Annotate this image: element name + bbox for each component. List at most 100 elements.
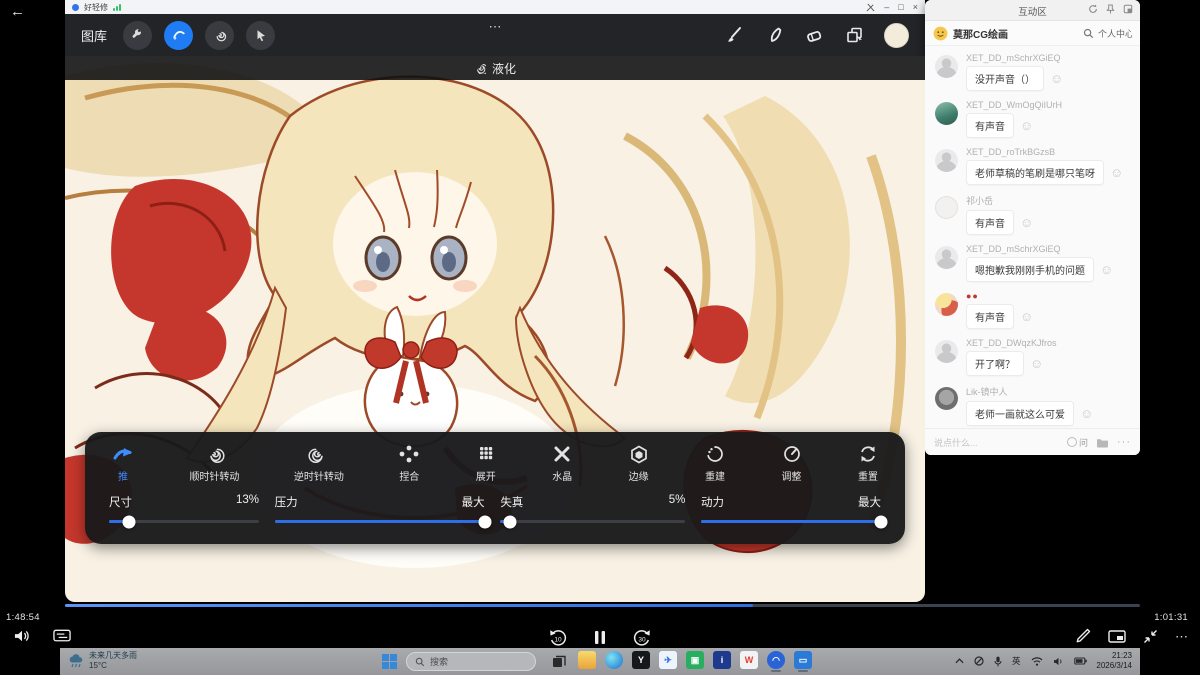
chat-input[interactable]: 说点什么...	[934, 436, 1059, 449]
forward-30-button[interactable]: 30	[632, 627, 652, 647]
window-titlebar: 好轻修 – □ ×	[65, 0, 925, 14]
layers-button[interactable]	[844, 25, 864, 45]
tray-volume-icon[interactable]	[1053, 657, 1064, 666]
liquify-swirl-icon	[474, 62, 486, 74]
slider-thumb[interactable]	[478, 515, 491, 528]
pen-mode-icon[interactable]	[866, 3, 875, 12]
chat-bubble: 有声音	[966, 210, 1014, 235]
gallery-button[interactable]: 图库	[81, 26, 107, 45]
search-icon	[415, 657, 425, 667]
wifi-icon[interactable]	[1031, 657, 1043, 666]
question-circle-icon	[1067, 437, 1077, 447]
hidden-icons-chevron[interactable]	[955, 658, 964, 664]
tool-reconstruct[interactable]: 重建	[704, 444, 726, 483]
taskbar-app-edge[interactable]	[605, 651, 623, 669]
rewind-label: 10	[554, 637, 562, 644]
personal-center-link[interactable]: 个人中心	[1098, 27, 1132, 40]
eraser-button[interactable]	[804, 25, 824, 45]
pin-icon[interactable]	[1106, 4, 1115, 14]
taskbar-search[interactable]: 搜索	[406, 652, 536, 671]
close-button[interactable]: ×	[913, 3, 918, 12]
refresh-icon[interactable]	[1088, 4, 1098, 14]
back-button[interactable]: ←	[10, 4, 25, 19]
taskbar-app-navy[interactable]: i	[713, 651, 731, 669]
taskbar-app-green[interactable]: ▣	[686, 651, 704, 669]
slider-distortion[interactable]: 失真 5%	[500, 494, 685, 530]
actions-wrench-button[interactable]	[123, 21, 152, 50]
app-dot-icon	[72, 4, 79, 11]
chat-message: 祁小岳 有声音☺	[935, 194, 1130, 235]
weather-widget[interactable]: 未来几天多雨 15°C	[68, 651, 137, 671]
slider-momentum[interactable]: 动力 最大	[701, 494, 881, 530]
slider-thumb[interactable]	[874, 515, 887, 528]
danmaku-icon	[53, 629, 71, 643]
minimize-button[interactable]: –	[884, 3, 889, 12]
chat-username: XET_DD_DWqzKJfros	[966, 338, 1057, 348]
tool-twirl-counterclockwise[interactable]: 逆时针转动	[294, 444, 344, 483]
color-button[interactable]	[884, 23, 909, 48]
slider-thumb[interactable]	[503, 515, 516, 528]
tool-expand[interactable]: 展开	[475, 444, 497, 483]
avatar	[935, 196, 958, 219]
tool-reset[interactable]: 重置	[857, 444, 879, 483]
liquify-icon	[171, 27, 187, 43]
taskbar-app-y[interactable]: Y	[632, 651, 650, 669]
avatar	[935, 55, 958, 78]
chat-window: 互动区 莫那CG绘画 个人中心 XET_DD_mSchrXGiEQ 没开声音（）…	[925, 0, 1140, 455]
folder-icon[interactable]	[1096, 437, 1109, 448]
twirl-ccw-icon	[308, 444, 330, 464]
tool-pinch[interactable]: 捏合	[398, 444, 420, 483]
adjustments-button[interactable]	[205, 21, 234, 50]
tool-push[interactable]: 推	[111, 444, 135, 483]
pip-button[interactable]	[1108, 630, 1126, 643]
channel-name: 莫那CG绘画	[953, 26, 1008, 41]
microphone-icon[interactable]	[994, 656, 1002, 667]
taskbar-clock[interactable]: 21:23 2026/3/14	[1076, 651, 1132, 672]
pause-icon	[594, 630, 606, 645]
chat-channel-row: 莫那CG绘画 个人中心	[925, 21, 1140, 46]
chat-more-button[interactable]: ···	[1117, 436, 1131, 448]
do-not-disturb-icon[interactable]	[974, 656, 984, 666]
selection-button[interactable]	[246, 21, 275, 50]
pause-button[interactable]	[594, 630, 606, 645]
tool-crystal[interactable]: 水晶	[551, 444, 573, 483]
chat-message: ●● 有声音☺	[935, 291, 1130, 329]
rewind-10-button[interactable]: 10	[548, 627, 568, 647]
danmaku-button[interactable]	[53, 629, 71, 643]
brush-button[interactable]	[724, 25, 744, 45]
player-more-button[interactable]: ⋯	[1175, 630, 1190, 643]
taskbar-app-wps[interactable]: W	[740, 651, 758, 669]
start-button[interactable]	[382, 654, 397, 669]
modify-dots-button[interactable]: ⋯	[489, 19, 502, 35]
search-icon[interactable]	[1083, 28, 1094, 39]
taskbar-app-qq[interactable]: ◠	[767, 651, 785, 669]
maximize-button[interactable]: □	[898, 3, 903, 12]
liquify-tools-row: 推 顺时针转动 逆时针转动 捏合 展开	[85, 432, 905, 483]
task-view-button[interactable]	[552, 655, 566, 668]
popout-icon[interactable]	[1123, 4, 1133, 14]
emoji-icon: ☺	[1020, 310, 1033, 323]
exit-fullscreen-button[interactable]	[1143, 629, 1158, 644]
tool-twirl-clockwise[interactable]: 顺时针转动	[189, 444, 239, 483]
slider-size[interactable]: 尺寸 13%	[109, 494, 259, 530]
avatar	[935, 102, 958, 125]
tool-adjust[interactable]: 调整	[781, 444, 803, 483]
brush-icon	[724, 25, 744, 45]
taskbar-app-file-explorer[interactable]	[578, 651, 596, 669]
taskbar-app-blue[interactable]: ▭	[794, 651, 812, 669]
question-toggle[interactable]: 问	[1067, 436, 1088, 449]
slider-pressure[interactable]: 压力 最大	[275, 494, 485, 530]
tool-edge[interactable]: 边缘	[628, 444, 650, 483]
slider-thumb[interactable]	[122, 515, 135, 528]
chat-message-list[interactable]: XET_DD_mSchrXGiEQ 没开声音（）☺ XET_DD_WmOgQiI…	[925, 47, 1140, 428]
elapsed-time: 1:48:54	[6, 612, 40, 623]
input-language-indicator[interactable]: 英	[1012, 655, 1021, 667]
taskbar-app-feishu[interactable]: ✈	[659, 651, 677, 669]
video-progress-bar[interactable]	[65, 604, 1140, 607]
clock-date: 2026/3/14	[1076, 661, 1132, 671]
volume-button[interactable]	[14, 629, 31, 643]
smudge-button[interactable]	[764, 25, 784, 45]
annotate-pencil-button[interactable]	[1075, 628, 1091, 644]
emoji-icon: ☺	[1080, 407, 1093, 420]
liquify-tool-button[interactable]	[164, 21, 193, 50]
